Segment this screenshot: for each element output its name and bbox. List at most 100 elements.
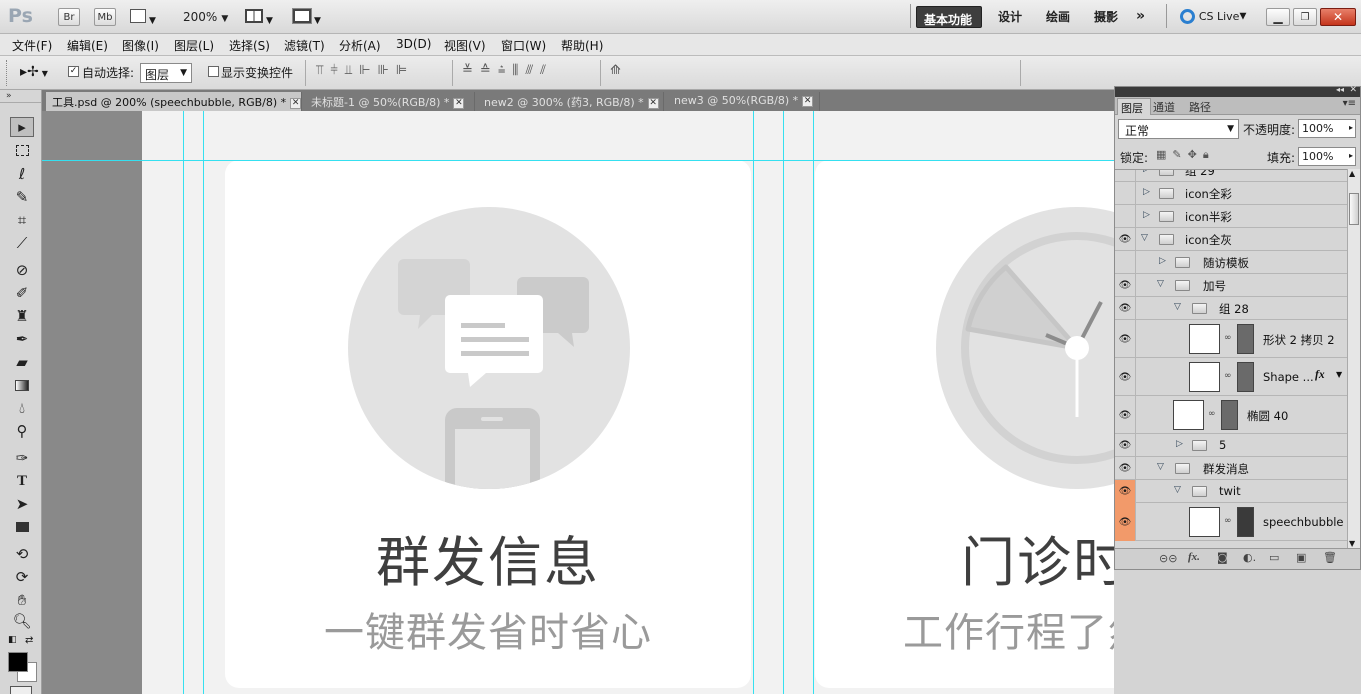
layer-row[interactable]: ▷ 随访模板 — [1115, 251, 1347, 274]
close-icon[interactable]: ✕ — [647, 97, 659, 109]
menu-image[interactable]: 图像(I) — [122, 37, 159, 54]
opacity-input[interactable]: 100% ▸ — [1298, 119, 1356, 138]
close-icon[interactable]: ✕ — [290, 97, 302, 109]
workspace-photography-button[interactable]: 摄影 — [1094, 8, 1118, 25]
link-icon[interactable]: ∞ — [1208, 409, 1216, 419]
layers-scrollbar[interactable]: ▲ ▼ — [1347, 169, 1360, 548]
menu-filter[interactable]: 滤镜(T) — [284, 37, 325, 54]
3d-orbit-tool-icon[interactable]: ⟳ — [10, 567, 34, 587]
zoom-tool-icon[interactable]: 🔍︎ — [10, 611, 34, 631]
layers-list[interactable]: ▷ 组 29 ▷ icon全彩 ▷ icon半彩 👁︎ ▽ icon全灰 ▷ 随… — [1115, 169, 1347, 548]
close-icon[interactable]: ✕ — [1349, 85, 1357, 95]
visibility-toggle[interactable]: 👁︎ — [1115, 480, 1136, 503]
tab-document-4[interactable]: new3 @ 50%(RGB/8) * ✕ — [668, 92, 820, 111]
close-window-button[interactable]: ✕ — [1320, 8, 1356, 26]
menu-analysis[interactable]: 分析(A) — [339, 37, 381, 54]
type-tool-icon[interactable]: T — [10, 471, 34, 491]
shape-tool-icon[interactable] — [10, 517, 34, 537]
menu-file[interactable]: 文件(F) — [12, 37, 52, 54]
swap-colors-icon[interactable]: ⇄ — [25, 635, 33, 646]
collapse-icon[interactable]: ◂◂ — [1336, 85, 1344, 94]
menu-help[interactable]: 帮助(H) — [561, 37, 603, 54]
screen-mode-dropdown[interactable]: ▼ — [292, 8, 327, 26]
document-canvas[interactable]: 群发信息 一键群发省时省心 门诊时 工作行程了然于心 — [142, 111, 1114, 694]
scrollbar-thumb[interactable] — [1349, 193, 1359, 225]
menu-view[interactable]: 视图(V) — [444, 37, 486, 54]
fill-input[interactable]: 100% ▸ — [1298, 147, 1356, 166]
new-group-icon[interactable]: ▭ — [1269, 551, 1279, 564]
menu-3d[interactable]: 3D(D) — [396, 37, 431, 51]
panel-menu-icon[interactable]: ▾≡ — [1343, 98, 1356, 109]
visibility-toggle[interactable] — [1115, 170, 1136, 182]
new-layer-icon[interactable]: ▣ — [1296, 551, 1306, 564]
hand-tool-icon[interactable]: ✋︎ — [10, 590, 34, 610]
expanded-triangle-icon[interactable]: ▽ — [1157, 462, 1164, 472]
collapse-icon[interactable]: » — [6, 91, 12, 101]
layer-row[interactable]: 👁︎ ∞ Shape ... fx ▼ — [1115, 358, 1347, 396]
tab-channels[interactable]: 通道 — [1153, 99, 1175, 115]
visibility-toggle[interactable] — [1115, 182, 1136, 205]
close-icon[interactable]: ✕ — [802, 95, 814, 107]
workspace-design-button[interactable]: 设计 — [998, 8, 1022, 25]
healing-brush-tool-icon[interactable]: ⊘ — [10, 260, 34, 280]
collapsed-triangle-icon[interactable]: ▷ — [1159, 256, 1166, 266]
bridge-button[interactable]: Br — [58, 8, 80, 26]
restore-button[interactable]: ❐ — [1293, 8, 1317, 26]
crop-tool-icon[interactable]: ⌗ — [10, 210, 34, 230]
align-buttons-group[interactable]: ⫪⫩⫫⊩⊪⊫ — [316, 63, 414, 78]
more-workspaces-icon[interactable]: » — [1136, 8, 1145, 24]
visibility-toggle[interactable]: 👁︎ — [1115, 503, 1136, 541]
show-transform-controls-checkbox[interactable] — [208, 66, 219, 77]
quick-mask-icon[interactable] — [10, 686, 32, 694]
menu-select[interactable]: 选择(S) — [229, 37, 270, 54]
blend-mode-dropdown[interactable]: 正常 ▼ — [1118, 119, 1239, 139]
arrange-documents-dropdown[interactable]: ▼ — [245, 9, 279, 26]
eraser-tool-icon[interactable]: ▰ — [10, 352, 34, 372]
scroll-down-icon[interactable]: ▼ — [1349, 539, 1355, 548]
collapsed-triangle-icon[interactable]: ▷ — [1143, 187, 1150, 197]
visibility-toggle[interactable] — [1115, 251, 1136, 274]
lock-buttons-group[interactable]: ▦✎✥🔒︎ — [1156, 148, 1215, 162]
default-colors-icon[interactable]: ◧ — [8, 635, 17, 645]
menu-edit[interactable]: 编辑(E) — [67, 37, 108, 54]
visibility-toggle[interactable]: 👁︎ — [1115, 228, 1136, 251]
link-icon[interactable]: ∞ — [1224, 333, 1232, 343]
tab-paths[interactable]: 路径 — [1189, 99, 1211, 115]
layer-effects-icon[interactable]: fx — [1315, 369, 1325, 381]
quick-selection-tool-icon[interactable]: ✎ — [10, 187, 34, 207]
visibility-toggle[interactable]: 👁︎ — [1115, 320, 1136, 358]
layer-row[interactable]: 👁︎ ▽ icon全灰 — [1115, 228, 1347, 251]
visibility-toggle[interactable]: 👁︎ — [1115, 297, 1136, 320]
blur-tool-icon[interactable]: 💧︎ — [10, 398, 34, 418]
view-extras-dropdown[interactable]: ▼ — [130, 9, 160, 26]
brush-tool-icon[interactable]: ✐ — [10, 283, 34, 303]
tab-document-2[interactable]: 未标题-1 @ 50%(RGB/8) * ✕ — [305, 92, 475, 111]
layer-row[interactable]: 👁︎ ∞ 椭圆 40 — [1115, 396, 1347, 434]
visibility-toggle[interactable]: 👁︎ — [1115, 457, 1136, 480]
layer-row[interactable]: 👁︎ ▽ 组 28 — [1115, 297, 1347, 320]
visibility-toggle[interactable]: 👁︎ — [1115, 434, 1136, 457]
link-icon[interactable]: ∞ — [1224, 516, 1232, 526]
add-layer-style-icon[interactable]: fx. — [1188, 551, 1200, 563]
move-tool-preset-picker[interactable]: ▸✢ ▼ — [20, 64, 48, 80]
visibility-toggle[interactable] — [1115, 205, 1136, 228]
history-brush-tool-icon[interactable]: ✒ — [10, 329, 34, 349]
lasso-tool-icon[interactable]: ℓ — [10, 164, 34, 184]
zoom-dropdown[interactable]: 200% ▼ — [183, 10, 228, 24]
layer-row[interactable]: ▷ 组 29 — [1115, 170, 1347, 182]
scroll-up-icon[interactable]: ▲ — [1349, 169, 1355, 178]
visibility-toggle[interactable]: 👁︎ — [1115, 358, 1136, 396]
layer-row[interactable]: ▷ icon全彩 — [1115, 182, 1347, 205]
delete-layer-icon[interactable]: 🗑︎ — [1323, 551, 1337, 564]
path-selection-tool-icon[interactable]: ➤ — [10, 494, 34, 514]
link-icon[interactable]: ∞ — [1224, 371, 1232, 381]
layer-row[interactable]: 👁︎ ∞ speechbubble — [1115, 503, 1347, 541]
clone-stamp-tool-icon[interactable]: ♜ — [10, 306, 34, 326]
visibility-toggle[interactable]: 👁︎ — [1115, 274, 1136, 297]
dodge-tool-icon[interactable]: ⚲ — [10, 421, 34, 441]
3d-rotate-tool-icon[interactable]: ⟲ — [10, 544, 34, 564]
menu-layer[interactable]: 图层(L) — [174, 37, 214, 54]
layer-row[interactable]: ▷ icon半彩 — [1115, 205, 1347, 228]
auto-select-checkbox[interactable]: ✓ — [68, 66, 79, 77]
foreground-color-swatch[interactable] — [8, 652, 28, 672]
